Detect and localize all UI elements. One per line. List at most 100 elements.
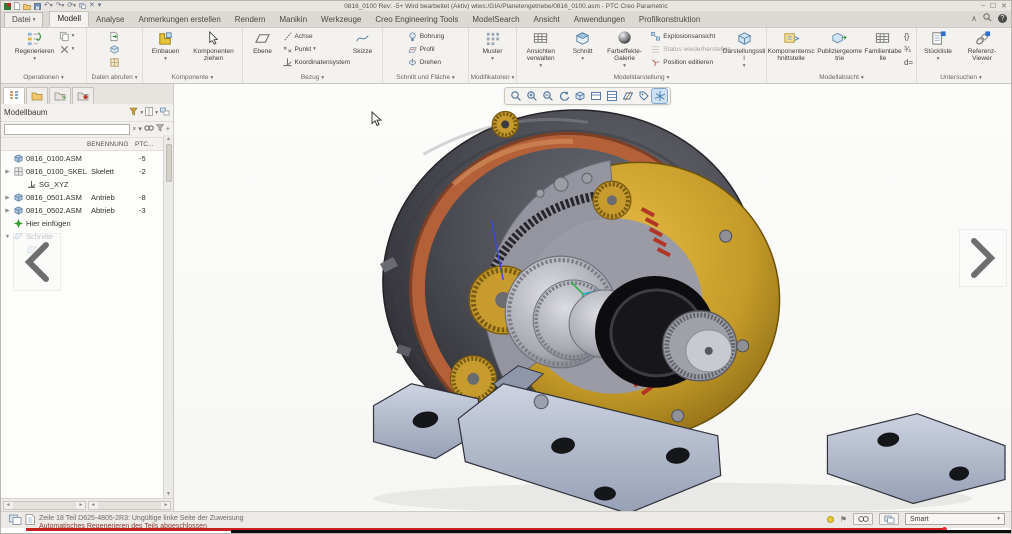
close-button[interactable]: ✕ xyxy=(1001,2,1007,10)
import-button[interactable] xyxy=(109,30,120,42)
minimize-button[interactable]: – xyxy=(981,2,985,10)
tree-row-insert-here[interactable]: Hier einfügen xyxy=(1,217,163,230)
tree-column-headers[interactable]: BENENNUNG PTC... xyxy=(1,138,173,151)
spin-center-icon[interactable] xyxy=(652,89,667,103)
ebene-button[interactable]: Ebene xyxy=(246,30,280,55)
regeneration-status-icon[interactable] xyxy=(827,516,834,523)
zoom-out-icon[interactable] xyxy=(540,89,555,103)
muster-button[interactable]: Muster▾ xyxy=(473,30,513,62)
parameter-button[interactable]: {} xyxy=(904,30,916,42)
new-file-icon[interactable] xyxy=(14,2,20,10)
datum-display-icon[interactable] xyxy=(620,89,635,103)
delete-button[interactable]: ▾ xyxy=(59,43,75,55)
prev-overlay-button[interactable] xyxy=(13,233,61,291)
tree-search-input[interactable] xyxy=(4,124,130,135)
skizze-button[interactable]: Skizze xyxy=(346,30,380,55)
tab-connections[interactable] xyxy=(72,87,94,104)
minimize-ribbon-icon[interactable]: ∧ xyxy=(971,14,977,23)
group-label-bezug[interactable]: Bezug▾ xyxy=(243,72,382,83)
top-fill-plug-gear[interactable] xyxy=(492,111,518,137)
search-options-arrow[interactable]: ▾ xyxy=(138,125,142,135)
tree-columns-arrow[interactable]: ▾ xyxy=(155,110,158,116)
copy-geometry-button[interactable] xyxy=(109,43,120,55)
bohrung-button[interactable]: Bohrung xyxy=(407,30,445,42)
notification-flag-icon[interactable]: ⚑ xyxy=(840,515,847,524)
group-label-modellabsicht[interactable]: Modellabsicht▾ xyxy=(767,72,916,83)
redo-icon[interactable]: ↷▾ xyxy=(56,2,65,10)
customize-qat-icon[interactable]: ▾ xyxy=(98,2,102,10)
regenerate-qat-icon[interactable]: ⟳▾ xyxy=(67,2,76,10)
close-window-icon[interactable]: ✕ xyxy=(89,2,95,10)
relations-button[interactable]: d= xyxy=(904,56,916,68)
tab-ansicht[interactable]: Ansicht xyxy=(527,13,567,27)
tree-row-asm-root[interactable]: 0816_0100.ASM-5 xyxy=(1,152,163,165)
tab-favorites[interactable] xyxy=(49,87,71,104)
tree-filters-arrow[interactable]: ▾ xyxy=(140,110,143,116)
command-search-icon[interactable] xyxy=(983,13,992,24)
komponenten-ziehen-button[interactable]: Komponenten ziehen xyxy=(188,30,240,62)
ansichten-verwalten-button[interactable]: Ansichten verwalten▾ xyxy=(517,30,565,69)
expand-add-icon[interactable]: + xyxy=(166,125,170,135)
display-style-icon[interactable] xyxy=(572,89,587,103)
group-label-schnitt-und-flaeche[interactable]: Schnitt und Fläche▾ xyxy=(383,72,468,83)
model-notes-icon[interactable] xyxy=(25,514,35,527)
tab-folder-browser[interactable] xyxy=(26,87,48,104)
tab-modell[interactable]: Modell xyxy=(49,11,89,27)
group-label-untersuchen[interactable]: Untersuchen▾ xyxy=(917,72,1005,83)
tab-manikin[interactable]: Manikin xyxy=(272,13,314,27)
tab-model-tree[interactable] xyxy=(3,87,25,104)
tree-row-abtrieb[interactable]: ▶ 0816_0502.ASMAbtrieb-3 xyxy=(1,204,163,217)
profil-button[interactable]: Profil xyxy=(407,43,445,55)
explosionsansicht-button[interactable]: Explosionsansicht xyxy=(650,30,720,42)
tree-settings-icon[interactable] xyxy=(160,107,170,118)
columns-horizontal-scrollbar[interactable]: ◄► xyxy=(88,501,171,510)
tree-columns-icon[interactable] xyxy=(145,107,153,118)
find-icon[interactable] xyxy=(144,124,154,136)
next-overlay-button[interactable] xyxy=(959,229,1007,287)
position-editieren-button[interactable]: Position editieren xyxy=(650,56,720,68)
tab-werkzeuge[interactable]: Werkzeuge xyxy=(314,13,368,27)
filter-icon[interactable] xyxy=(156,124,164,136)
tree-row-csys[interactable]: SG_XYZ xyxy=(1,178,163,191)
tree-vertical-scrollbar[interactable]: ▲▼ xyxy=(163,135,173,498)
search-clear-icon[interactable]: × xyxy=(132,125,136,135)
group-label-modelldarstellung[interactable]: Modelldarstellung▾ xyxy=(517,72,766,83)
refit-icon[interactable] xyxy=(508,89,523,103)
tab-modelsearch[interactable]: ModelSearch xyxy=(465,13,526,27)
group-label-komponente[interactable]: Komponente▾ xyxy=(143,72,242,83)
view-manager-icon[interactable] xyxy=(604,89,619,103)
tab-anwendungen[interactable]: Anwendungen xyxy=(567,13,632,27)
search-model-button[interactable] xyxy=(853,513,873,525)
undo-icon[interactable]: ↶▾ xyxy=(44,2,53,10)
selection-filter-select[interactable]: Smart ▾ xyxy=(905,513,1005,525)
tab-creo-engineering-tools[interactable]: Creo Engineering Tools xyxy=(368,13,465,27)
maximize-button[interactable]: ☐ xyxy=(990,2,996,10)
help-icon[interactable]: ? xyxy=(998,14,1007,23)
regenerieren-button[interactable]: Regenerieren▾ xyxy=(13,30,57,62)
schnitt-button[interactable]: Schnitt▾ xyxy=(567,30,599,62)
stueckliste-button[interactable]: Stückliste▾ xyxy=(918,30,958,62)
referenz-viewer-button[interactable]: Referenz-Viewer xyxy=(960,30,1004,62)
save-icon[interactable] xyxy=(34,3,41,10)
group-label-daten-abrufen[interactable]: Daten abrufen▾ xyxy=(87,72,142,83)
tree-row-skeleton[interactable]: ▶ 0816_0100_SKELSkelett-2 xyxy=(1,165,163,178)
tab-datei[interactable]: Datei▾ xyxy=(4,12,43,27)
window-switch-icon[interactable] xyxy=(79,3,86,9)
koordinatensystem-button[interactable]: Koordinatensystem xyxy=(282,56,344,68)
message-log-icon[interactable] xyxy=(9,514,22,527)
copy-button[interactable]: ▾ xyxy=(59,30,75,42)
achse-button[interactable]: Achse xyxy=(282,30,344,42)
zoom-in-icon[interactable] xyxy=(524,89,539,103)
tree-filters-icon[interactable] xyxy=(129,107,138,118)
saved-orientations-icon[interactable] xyxy=(588,89,603,103)
group-label-modifikatoren[interactable]: Modifikatoren▾ xyxy=(469,72,516,83)
tree-horizontal-scrollbar[interactable]: ◄► xyxy=(3,501,86,510)
shrinkwrap-button[interactable] xyxy=(109,56,120,68)
einbauen-button[interactable]: Einbauen▾ xyxy=(146,30,186,62)
switch-dimensions-button[interactable]: ¾ xyxy=(904,43,916,55)
tab-rendern[interactable]: Rendern xyxy=(228,13,273,27)
punkt-button[interactable]: Punkt▾ xyxy=(282,43,344,55)
tree-row-antrieb[interactable]: ▶ 0816_0501.ASMAntrieb-8 xyxy=(1,191,163,204)
select-items-button[interactable] xyxy=(879,513,899,525)
farbeffekte-galerie-button[interactable]: Farbeffekte-Galerie▾ xyxy=(601,30,649,69)
